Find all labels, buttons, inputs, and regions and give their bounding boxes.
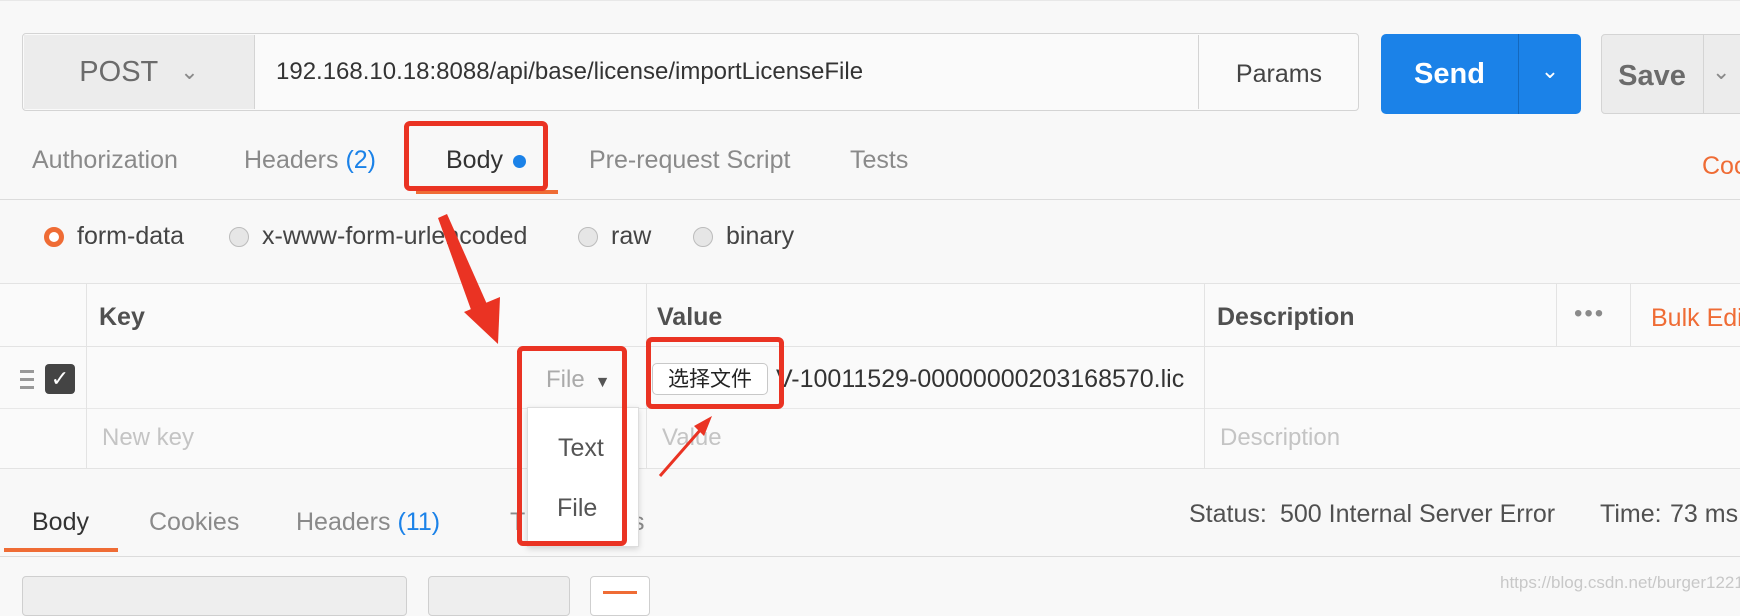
arrow-shaft-large <box>438 214 490 318</box>
annotation-arrows <box>438 214 712 477</box>
arrow-shaft-small <box>658 427 704 477</box>
